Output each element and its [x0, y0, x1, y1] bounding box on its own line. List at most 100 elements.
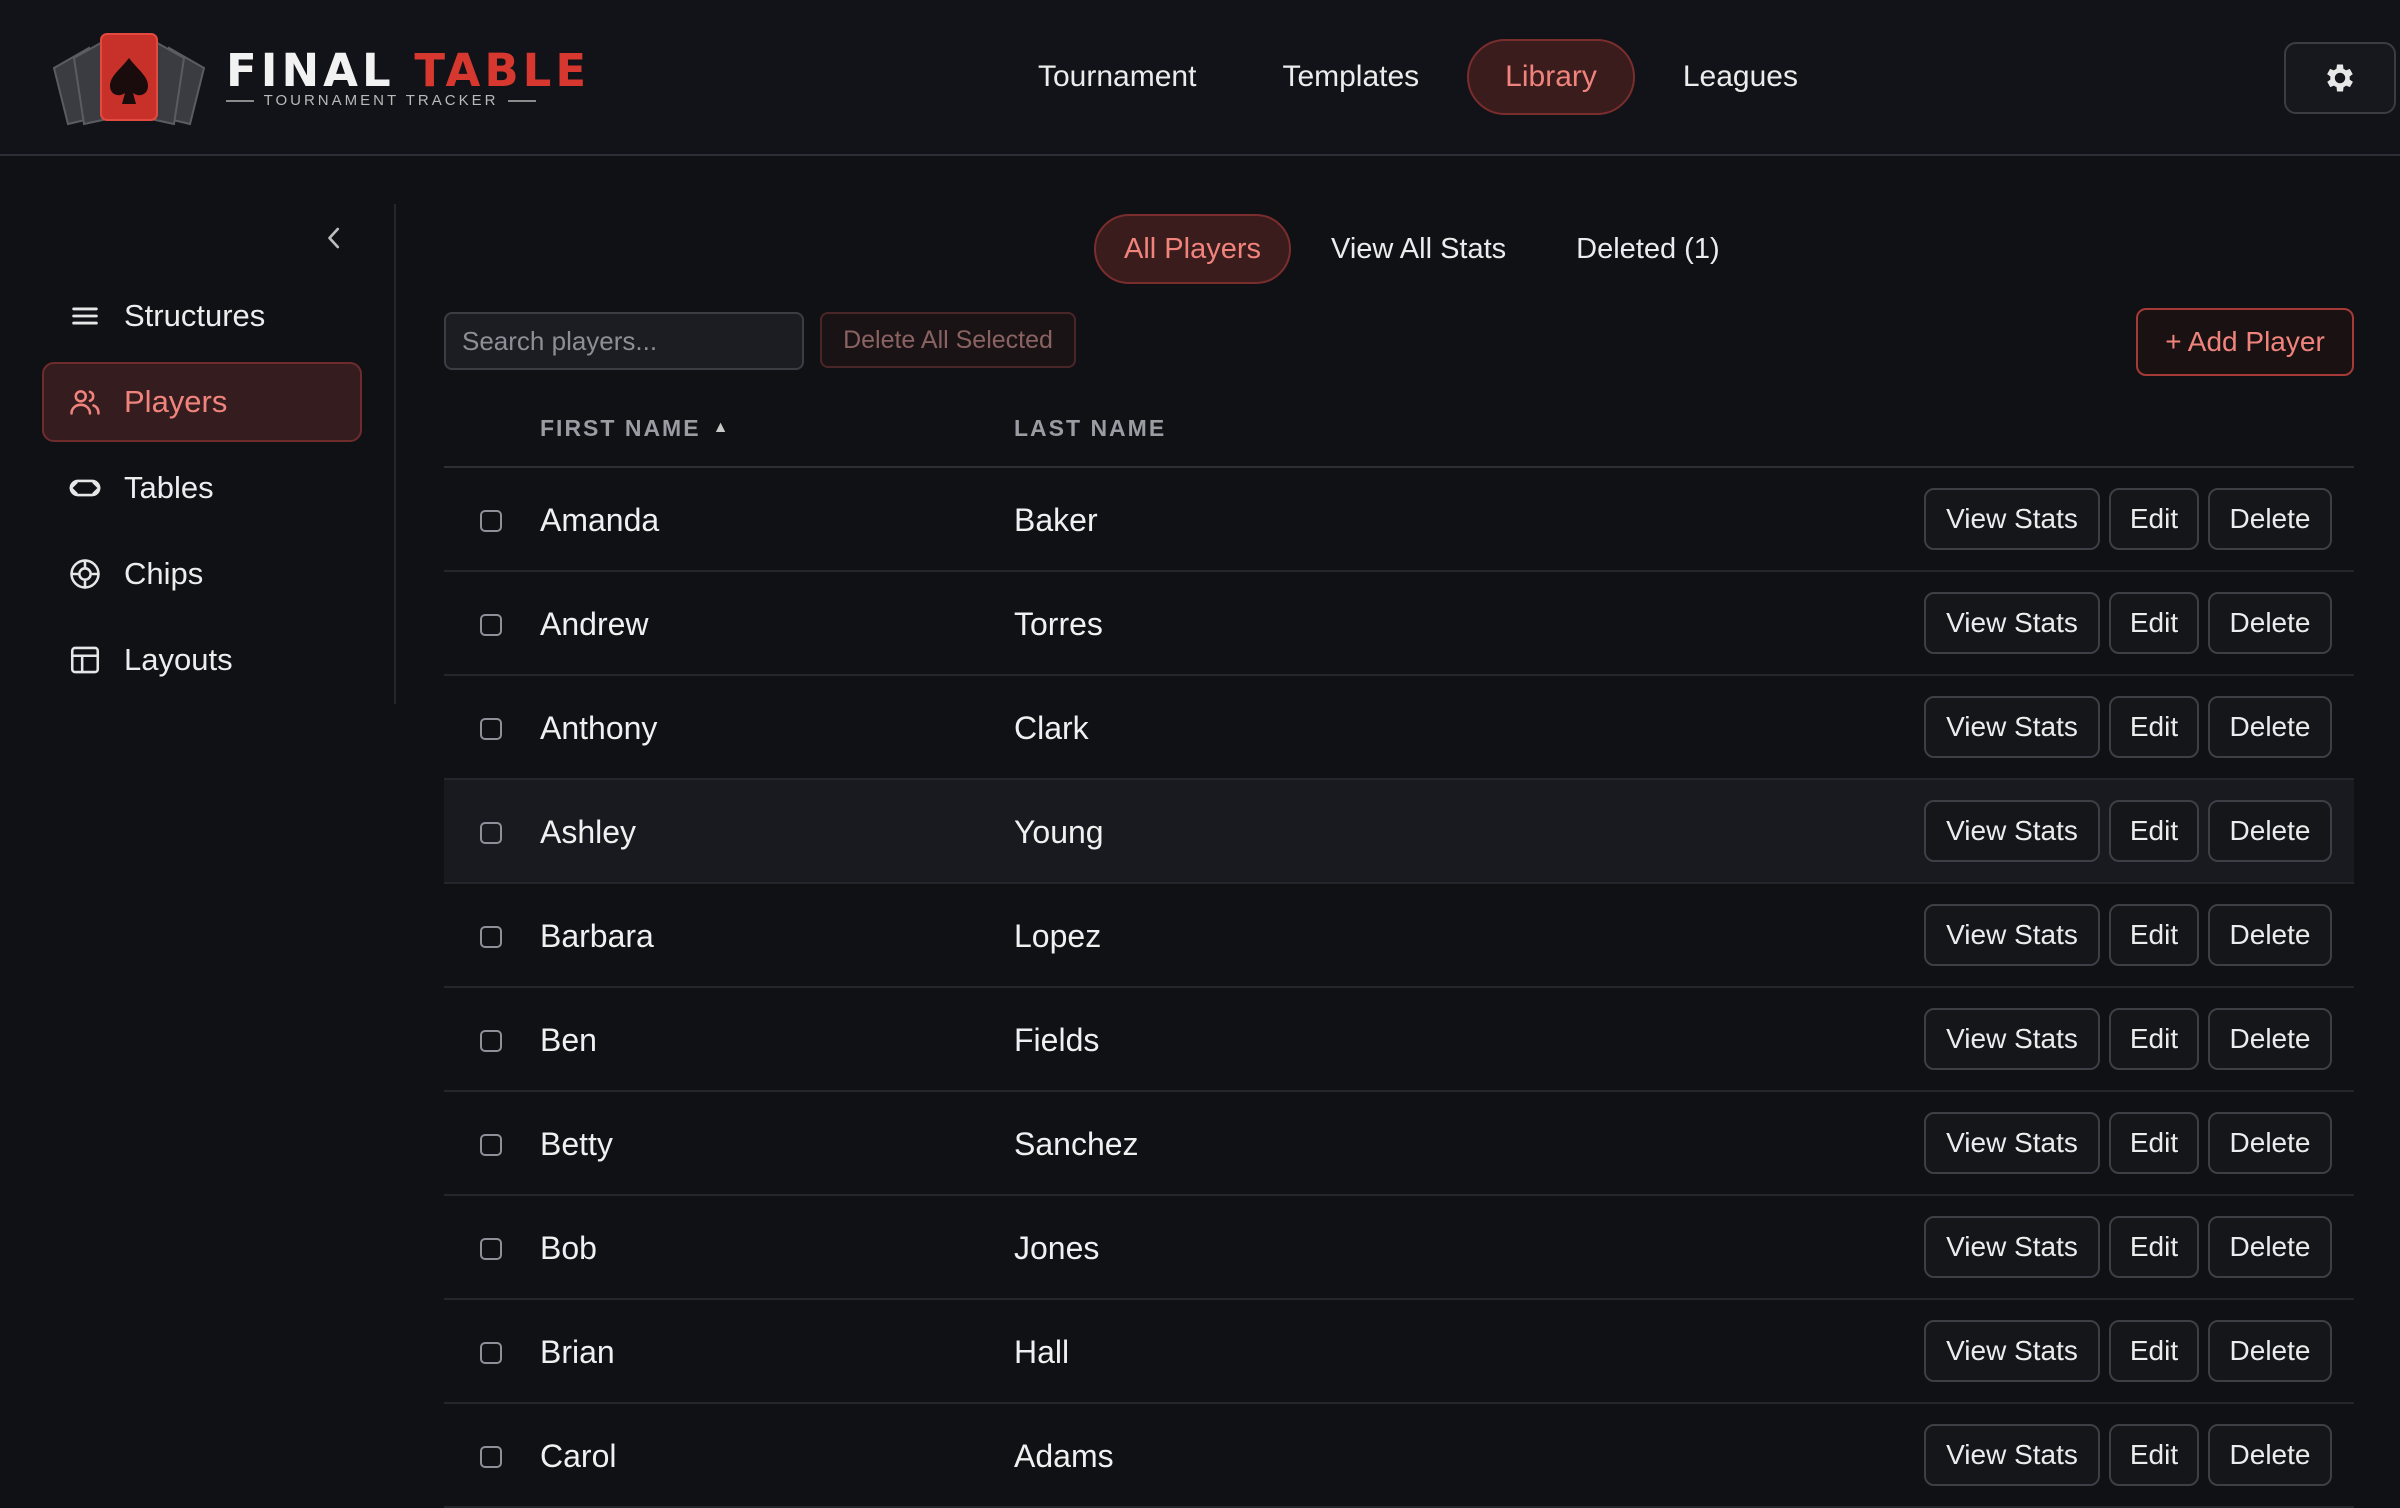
- column-first-name[interactable]: FIRST NAME ▲: [540, 388, 730, 468]
- edit-button[interactable]: Edit: [2109, 1320, 2199, 1382]
- edit-button[interactable]: Edit: [2109, 1112, 2199, 1174]
- nav-library[interactable]: Library: [1467, 39, 1635, 115]
- view-stats-button[interactable]: View Stats: [1924, 696, 2100, 758]
- add-player-button[interactable]: + Add Player: [2136, 308, 2354, 376]
- delete-button[interactable]: Delete: [2208, 1320, 2332, 1382]
- last-name-cell: Adams: [1014, 1437, 1114, 1474]
- sidebar-item-structures[interactable]: Structures: [42, 276, 362, 356]
- view-stats-button[interactable]: View Stats: [1924, 1424, 2100, 1486]
- row-actions: View Stats Edit Delete: [1924, 696, 2332, 760]
- sidebar-item-layouts[interactable]: Layouts: [42, 620, 362, 700]
- edit-button[interactable]: Edit: [2109, 1008, 2199, 1070]
- table-row: Anthony Clark View Stats Edit Delete: [444, 676, 2354, 780]
- sidebar-item-tables[interactable]: Tables: [42, 448, 362, 528]
- edit-button[interactable]: Edit: [2109, 1424, 2199, 1486]
- players-table-header: FIRST NAME ▲ LAST NAME: [444, 388, 2354, 468]
- edit-button[interactable]: Edit: [2109, 904, 2199, 966]
- delete-button[interactable]: Delete: [2208, 800, 2332, 862]
- tab-view-all-stats[interactable]: View All Stats: [1301, 214, 1536, 284]
- view-stats-button[interactable]: View Stats: [1924, 592, 2100, 654]
- nav-tournament[interactable]: Tournament: [1000, 39, 1234, 115]
- sort-ascending-icon: ▲: [712, 419, 731, 436]
- column-last-name[interactable]: LAST NAME: [1014, 388, 1166, 468]
- table-row: Betty Sanchez View Stats Edit Delete: [444, 1092, 2354, 1196]
- view-stats-button[interactable]: View Stats: [1924, 1216, 2100, 1278]
- sidebar: Structures Players Tables Chips Layouts: [0, 156, 396, 1500]
- table-row: Carol Adams View Stats Edit Delete: [444, 1404, 2354, 1508]
- first-name-cell: Anthony: [540, 709, 658, 746]
- delete-button[interactable]: Delete: [2208, 1008, 2332, 1070]
- row-actions: View Stats Edit Delete: [1924, 1112, 2332, 1176]
- edit-button[interactable]: Edit: [2109, 696, 2199, 758]
- chevron-left-icon: [328, 227, 340, 249]
- sidebar-item-label: Players: [124, 384, 228, 419]
- row-select-checkbox[interactable]: [480, 1446, 502, 1468]
- table-row: Amanda Baker View Stats Edit Delete: [444, 468, 2354, 572]
- tab-deleted[interactable]: Deleted (1): [1546, 214, 1749, 284]
- row-select-checkbox[interactable]: [480, 1342, 502, 1364]
- row-select-checkbox[interactable]: [480, 1238, 502, 1260]
- row-select-checkbox[interactable]: [480, 718, 502, 740]
- first-name-cell: Carol: [540, 1437, 617, 1474]
- brand-subtitle: TOURNAMENT TRACKER: [226, 92, 537, 109]
- view-stats-button[interactable]: View Stats: [1924, 1112, 2100, 1174]
- layout-icon: [70, 646, 100, 674]
- first-name-cell: Bob: [540, 1229, 597, 1266]
- row-select-checkbox[interactable]: [480, 822, 502, 844]
- gear-icon: [2327, 64, 2353, 92]
- view-stats-button[interactable]: View Stats: [1924, 488, 2100, 550]
- row-actions: View Stats Edit Delete: [1924, 592, 2332, 656]
- table-row: Brian Hall View Stats Edit Delete: [444, 1300, 2354, 1404]
- edit-button[interactable]: Edit: [2109, 800, 2199, 862]
- last-name-cell: Jones: [1014, 1229, 1100, 1266]
- row-select-checkbox[interactable]: [480, 614, 502, 636]
- edit-button[interactable]: Edit: [2109, 1216, 2199, 1278]
- delete-button[interactable]: Delete: [2208, 488, 2332, 550]
- sidebar-item-label: Tables: [124, 470, 214, 505]
- first-name-cell: Ashley: [540, 813, 637, 850]
- first-name-cell: Ben: [540, 1021, 597, 1058]
- last-name-cell: Baker: [1014, 501, 1098, 538]
- player-subtabs: All Players View All Stats Deleted (1): [1094, 214, 1750, 284]
- view-stats-button[interactable]: View Stats: [1924, 1320, 2100, 1382]
- last-name-cell: Sanchez: [1014, 1125, 1139, 1162]
- sidebar-collapse-button[interactable]: [316, 220, 352, 256]
- view-stats-button[interactable]: View Stats: [1924, 800, 2100, 862]
- search-players-input[interactable]: [444, 312, 804, 370]
- first-name-cell: Barbara: [540, 917, 654, 954]
- nav-leagues[interactable]: Leagues: [1645, 39, 1836, 115]
- table-row: Barbara Lopez View Stats Edit Delete: [444, 884, 2354, 988]
- first-name-cell: Betty: [540, 1125, 613, 1162]
- nav-templates[interactable]: Templates: [1244, 39, 1457, 115]
- users-icon: [70, 390, 100, 415]
- delete-button[interactable]: Delete: [2208, 904, 2332, 966]
- row-select-checkbox[interactable]: [480, 510, 502, 532]
- delete-button[interactable]: Delete: [2208, 592, 2332, 654]
- settings-button[interactable]: [2284, 42, 2396, 114]
- row-actions: View Stats Edit Delete: [1924, 488, 2332, 552]
- row-select-checkbox[interactable]: [480, 926, 502, 948]
- last-name-cell: Fields: [1014, 1021, 1100, 1058]
- row-select-checkbox[interactable]: [480, 1030, 502, 1052]
- brand-title: FINAL TABLE: [226, 44, 591, 97]
- view-stats-button[interactable]: View Stats: [1924, 904, 2100, 966]
- edit-button[interactable]: Edit: [2109, 592, 2199, 654]
- edit-button[interactable]: Edit: [2109, 488, 2199, 550]
- sidebar-item-label: Chips: [124, 556, 204, 591]
- delete-button[interactable]: Delete: [2208, 1216, 2332, 1278]
- table-row: Andrew Torres View Stats Edit Delete: [444, 572, 2354, 676]
- first-name-cell: Amanda: [540, 501, 660, 538]
- last-name-cell: Lopez: [1014, 917, 1102, 954]
- sidebar-item-players[interactable]: Players: [42, 362, 362, 442]
- last-name-cell: Torres: [1014, 605, 1103, 642]
- row-select-checkbox[interactable]: [480, 1134, 502, 1156]
- sidebar-item-chips[interactable]: Chips: [42, 534, 362, 614]
- row-actions: View Stats Edit Delete: [1924, 1424, 2332, 1488]
- app-logo[interactable]: FINAL TABLE TOURNAMENT TRACKER: [44, 28, 586, 128]
- delete-button[interactable]: Delete: [2208, 1112, 2332, 1174]
- delete-all-selected-button[interactable]: Delete All Selected: [820, 312, 1076, 368]
- delete-button[interactable]: Delete: [2208, 696, 2332, 758]
- view-stats-button[interactable]: View Stats: [1924, 1008, 2100, 1070]
- delete-button[interactable]: Delete: [2208, 1424, 2332, 1486]
- tab-all-players[interactable]: All Players: [1094, 214, 1291, 284]
